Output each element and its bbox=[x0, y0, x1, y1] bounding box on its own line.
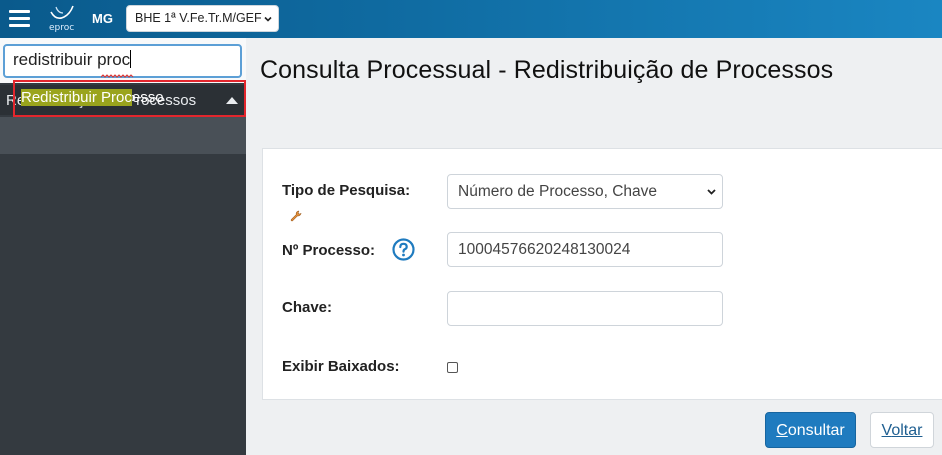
page-title: Consulta Processual - Redistribuição de … bbox=[260, 56, 834, 84]
consultar-label: onsultar bbox=[787, 422, 845, 439]
logo-text: eproc bbox=[49, 23, 75, 33]
exibir-baixados-label: Exibir Baixados: bbox=[282, 358, 400, 375]
eproc-logo[interactable]: eproc bbox=[48, 4, 76, 34]
help-icon[interactable] bbox=[392, 238, 415, 261]
tipo-pesquisa-value: Número de Processo, Chave bbox=[458, 183, 658, 200]
chevron-down-icon bbox=[707, 189, 716, 195]
menu-item-label-rest: esso bbox=[131, 89, 164, 106]
menu-item-redistribuir-processo[interactable] bbox=[0, 117, 246, 154]
search-match-highlight: Redistribuir Proc bbox=[21, 89, 132, 106]
tipo-pesquisa-select[interactable]: Número de Processo, Chave bbox=[447, 174, 723, 209]
text-cursor bbox=[130, 50, 132, 68]
spellcheck-underline bbox=[101, 74, 134, 78]
state-label: MG bbox=[92, 11, 113, 26]
consultar-accesskey: C bbox=[776, 422, 788, 439]
numero-processo-label: Nº Processo: bbox=[282, 242, 376, 259]
consultar-button[interactable]: Consultar bbox=[765, 412, 856, 448]
numero-processo-value: 10004576620248130024 bbox=[458, 241, 631, 258]
chave-label: Chave: bbox=[282, 299, 333, 316]
unit-select[interactable]: BHE 1ª V.Fe.Tr.M/GEF bbox=[126, 5, 279, 32]
menu-search-input[interactable]: redistribuir proc bbox=[3, 44, 242, 78]
exibir-baixados-checkbox[interactable] bbox=[447, 362, 458, 373]
voltar-label: oltar bbox=[891, 422, 923, 439]
menu-item-label[interactable]: Redistribuir Processo bbox=[21, 89, 164, 106]
top-bar: eproc MG BHE 1ª V.Fe.Tr.M/GEF bbox=[0, 0, 942, 38]
logo-swoosh-icon bbox=[50, 5, 74, 19]
chevron-down-icon bbox=[264, 16, 272, 22]
menu-icon[interactable] bbox=[9, 10, 30, 28]
voltar-accesskey: V bbox=[881, 422, 892, 439]
voltar-button[interactable]: Voltar bbox=[870, 412, 934, 448]
numero-processo-input[interactable]: 10004576620248130024 bbox=[447, 232, 723, 267]
unit-select-value: BHE 1ª V.Fe.Tr.M/GEF bbox=[135, 11, 262, 25]
menu-search-container: redistribuir proc bbox=[0, 38, 246, 83]
menu-search-value: redistribuir proc bbox=[13, 50, 131, 69]
tipo-pesquisa-label: Tipo de Pesquisa: bbox=[282, 182, 411, 199]
chave-input[interactable] bbox=[447, 291, 723, 326]
wrench-icon[interactable] bbox=[290, 210, 302, 222]
